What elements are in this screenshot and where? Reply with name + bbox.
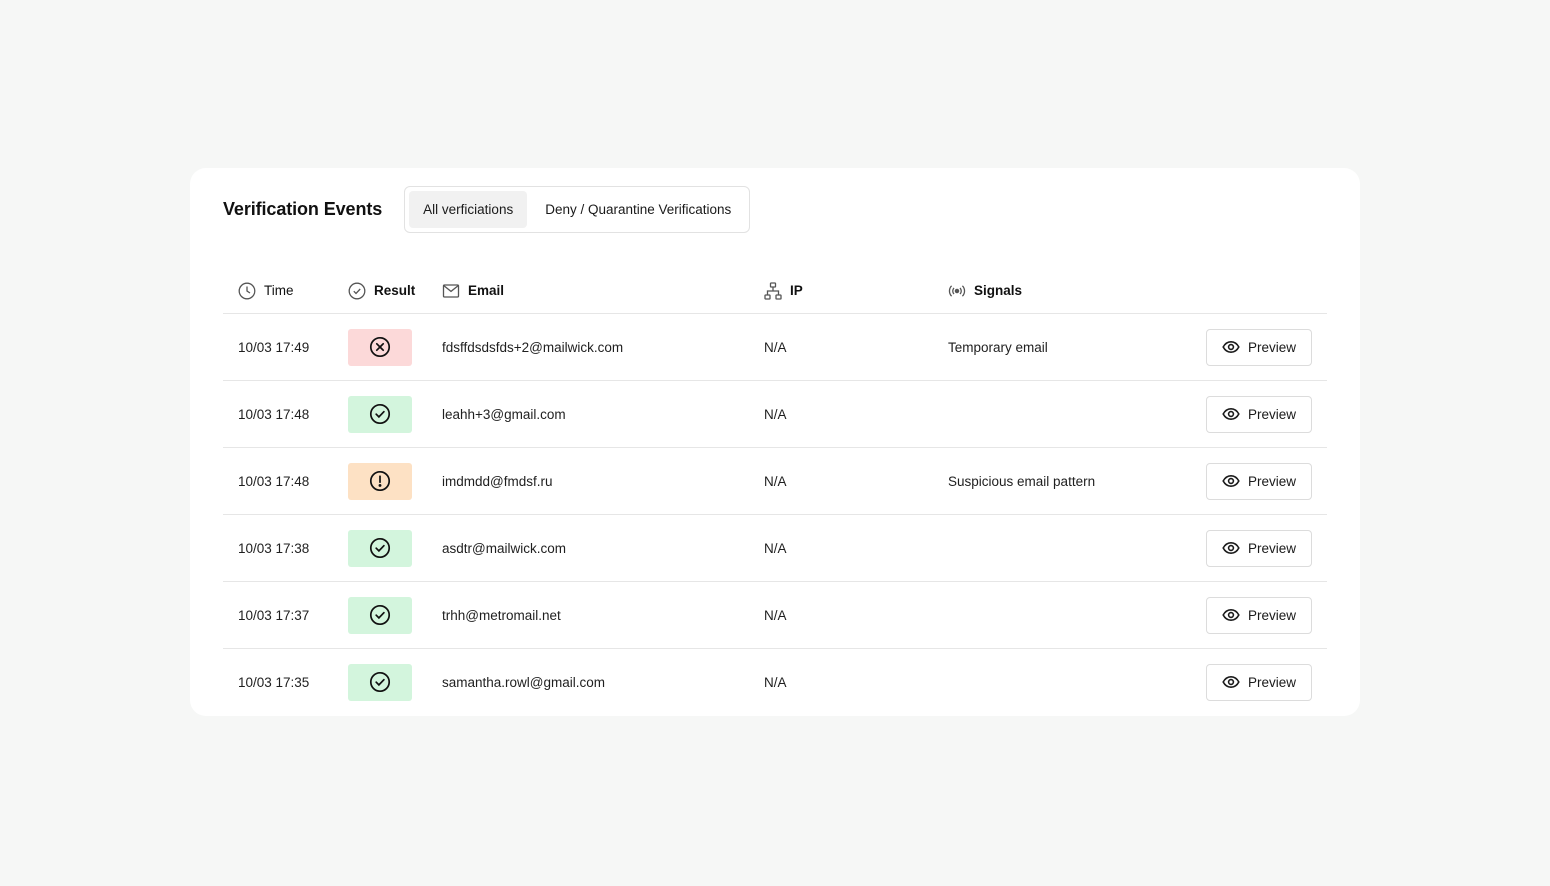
tab-group: All verficiations Deny / Quarantine Veri… (404, 185, 751, 233)
email-cell: fdsffdsdsfds+2@mailwick.com (442, 339, 624, 355)
time-cell: 10/03 17:37 (238, 607, 310, 623)
eye-icon (1222, 675, 1240, 689)
action-cell: Preview (1206, 314, 1312, 380)
ip-cell: N/A (764, 540, 787, 556)
preview-button[interactable]: Preview (1206, 663, 1312, 701)
time-cell: 10/03 17:48 (238, 406, 310, 422)
email-cell: leahh+3@gmail.com (442, 406, 566, 422)
email-cell: samantha.rowl@gmail.com (442, 674, 606, 690)
check-circle-icon (369, 671, 391, 693)
column-header-time: Time (238, 267, 294, 314)
table-body: 10/03 17:49 fdsffdsdsfds+2@mailwick.com … (223, 314, 1327, 716)
ip-cell: N/A (764, 339, 787, 355)
preview-label: Preview (1247, 607, 1296, 623)
result-cell (348, 515, 412, 581)
time-cell: 10/03 17:48 (238, 473, 310, 489)
column-label-email: Email (468, 283, 505, 298)
action-cell: Preview (1206, 649, 1312, 715)
column-header-result: Result (348, 267, 415, 314)
alert-circle-icon (369, 470, 391, 492)
preview-button[interactable]: Preview (1206, 529, 1312, 567)
check-circle-icon (369, 537, 391, 559)
preview-button[interactable]: Preview (1206, 596, 1312, 634)
result-badge-allow (348, 529, 412, 567)
result-badge-allow (348, 395, 412, 433)
card-header: Verification Events All verficiations De… (223, 185, 751, 233)
action-cell: Preview (1206, 515, 1312, 581)
time-cell: 10/03 17:38 (238, 540, 310, 556)
column-header-ip: IP (764, 267, 803, 314)
preview-label: Preview (1247, 339, 1296, 355)
table-header: Time Result Email IP Signals (223, 267, 1327, 314)
eye-icon (1222, 474, 1240, 488)
verification-events-card: Verification Events All verficiations De… (190, 168, 1360, 716)
check-circle-icon (348, 282, 366, 299)
tab-all-verifications[interactable]: All verficiations (409, 190, 528, 228)
mail-icon (442, 283, 460, 298)
result-cell (348, 649, 412, 715)
column-header-email: Email (442, 267, 504, 314)
email-cell: asdtr@mailwick.com (442, 540, 566, 556)
column-label-ip: IP (790, 283, 803, 298)
action-cell: Preview (1206, 582, 1312, 648)
table-row: 10/03 17:49 fdsffdsdsfds+2@mailwick.com … (223, 314, 1327, 381)
ip-cell: N/A (764, 406, 787, 422)
column-header-signals: Signals (948, 267, 1022, 314)
column-label-result: Result (374, 283, 416, 298)
column-label-signals: Signals (974, 283, 1023, 298)
check-circle-icon (369, 604, 391, 626)
result-cell (348, 314, 412, 380)
result-badge-allow (348, 663, 412, 701)
result-cell (348, 381, 412, 447)
ip-cell: N/A (764, 473, 787, 489)
email-cell: imdmdd@fmdsf.ru (442, 473, 553, 489)
time-cell: 10/03 17:35 (238, 674, 310, 690)
page-title: Verification Events (223, 198, 383, 219)
tab-deny-quarantine[interactable]: Deny / Quarantine Verifications (531, 191, 745, 228)
preview-button[interactable]: Preview (1206, 462, 1312, 500)
preview-button[interactable]: Preview (1206, 395, 1312, 433)
ip-cell: N/A (764, 674, 787, 690)
result-cell (348, 448, 412, 514)
network-icon (764, 281, 782, 300)
signals-cell: Suspicious email pattern (948, 473, 1096, 489)
table-row: 10/03 17:35 samantha.rowl@gmail.com N/A … (223, 649, 1327, 716)
preview-label: Preview (1247, 674, 1296, 690)
x-circle-icon (369, 336, 391, 358)
preview-label: Preview (1247, 540, 1296, 556)
table-row: 10/03 17:38 asdtr@mailwick.com N/A Previ… (223, 515, 1327, 582)
column-label-time: Time (264, 283, 294, 298)
clock-icon (238, 282, 256, 299)
action-cell: Preview (1206, 448, 1312, 514)
signals-cell: Temporary email (948, 339, 1048, 355)
ip-cell: N/A (764, 607, 787, 623)
table-row: 10/03 17:48 imdmdd@fmdsf.ru N/A Suspicio… (223, 448, 1327, 515)
events-table: Time Result Email IP Signals 10/03 17:49 (223, 267, 1327, 716)
table-row: 10/03 17:48 leahh+3@gmail.com N/A Previe… (223, 381, 1327, 448)
result-badge-review (348, 462, 412, 500)
email-cell: trhh@metromail.net (442, 607, 561, 623)
result-badge-allow (348, 596, 412, 634)
broadcast-icon (948, 284, 966, 297)
action-cell: Preview (1206, 381, 1312, 447)
time-cell: 10/03 17:49 (238, 339, 310, 355)
preview-button[interactable]: Preview (1206, 328, 1312, 366)
result-badge-deny (348, 328, 412, 366)
eye-icon (1222, 340, 1240, 354)
check-circle-icon (369, 403, 391, 425)
preview-label: Preview (1247, 406, 1296, 422)
eye-icon (1222, 608, 1240, 622)
eye-icon (1222, 407, 1240, 421)
result-cell (348, 582, 412, 648)
table-row: 10/03 17:37 trhh@metromail.net N/A Previ… (223, 582, 1327, 649)
eye-icon (1222, 541, 1240, 555)
preview-label: Preview (1247, 473, 1296, 489)
